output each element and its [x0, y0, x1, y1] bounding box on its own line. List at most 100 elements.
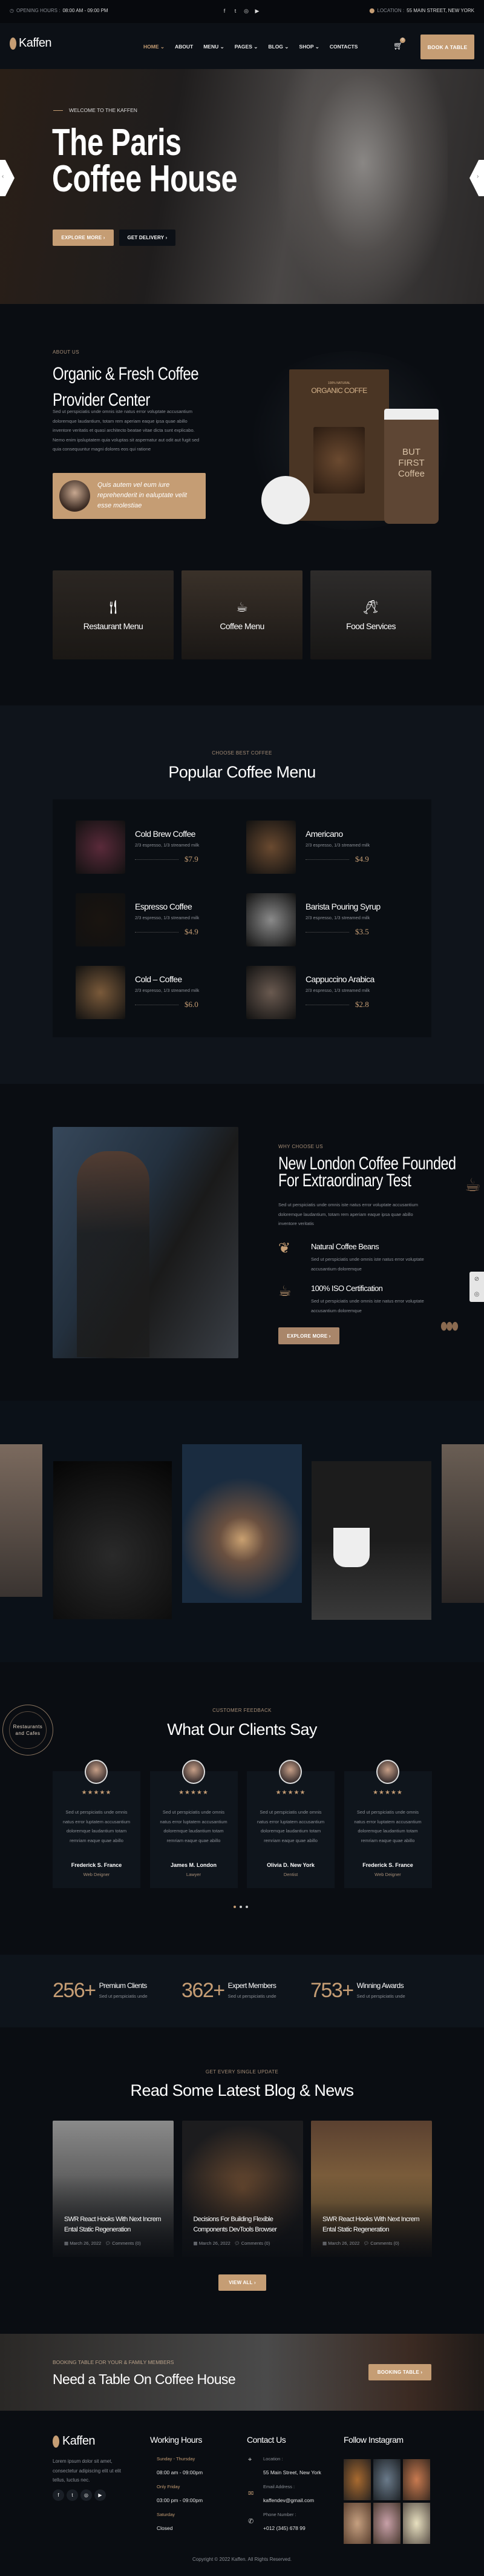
coffee-bean-icon — [53, 2435, 59, 2448]
menu-item[interactable]: Barista Pouring Syrup 2/3 espresso, 1/3 … — [246, 893, 410, 946]
blog-card[interactable]: SWR React Hooks With Next Increm Ental S… — [311, 2121, 432, 2257]
service-card-coffee-menu[interactable]: ☕︎ Coffee Menu — [182, 570, 302, 659]
menu-item-price: $6.0 — [185, 1000, 198, 1009]
footer-logo[interactable]: Kaffen — [53, 2434, 95, 2448]
instagram-icon[interactable]: ◎ — [80, 2489, 92, 2501]
fork-spoon-icon: 🍴︎ — [105, 599, 122, 615]
hours-day: Only Friday — [157, 2484, 180, 2489]
instagram-icon[interactable]: ◎ — [241, 8, 252, 15]
opening-hours: ◷ OPENING HOURS : 08:00 AM - 09:00 PM — [10, 8, 108, 13]
gallery-section — [0, 1401, 484, 1662]
why-text: Sed ut perspiciatis unde omnis iste natu… — [278, 1202, 418, 1226]
phone-icon: ✆ — [248, 2518, 254, 2525]
carousel-dot[interactable] — [234, 1906, 236, 1908]
why-explore-button[interactable]: EXPLORE MORE › — [278, 1327, 339, 1344]
contact-column: Contact Us ⌖ Location : 55 Main Street, N… — [247, 2435, 321, 2535]
gallery-image[interactable] — [442, 1444, 484, 1603]
facebook-icon[interactable]: f — [53, 2489, 64, 2501]
blog-post-title[interactable]: SWR React Hooks With Next Increm Ental S… — [64, 2214, 170, 2235]
blog-meta: ▦ March 26, 2022 💬︎ Comments (0) — [194, 2241, 270, 2246]
menu-item-price: $4.9 — [355, 854, 369, 864]
side-widget[interactable]: ⊘ ◎ — [469, 1272, 484, 1302]
menu-item-image — [76, 966, 125, 1019]
avatar — [182, 1760, 205, 1784]
price-leader — [306, 932, 349, 933]
menu-item[interactable]: Cold Brew Coffee 2/3 espresso, 1/3 strea… — [76, 821, 239, 874]
instagram-thumb[interactable] — [344, 2459, 371, 2500]
facebook-icon[interactable]: f — [219, 8, 230, 14]
nav-about[interactable]: ABOUT — [175, 44, 193, 50]
book-table-button[interactable]: BOOK A TABLE — [420, 35, 474, 59]
view-all-button[interactable]: VIEW ALL › — [218, 2274, 266, 2291]
menu-item-price: $4.9 — [185, 927, 198, 936]
location-label: LOCATION : — [377, 8, 405, 13]
hero-title: The Paris Coffee House — [52, 122, 238, 200]
carousel-dot[interactable] — [240, 1906, 242, 1908]
nav-home[interactable]: HOME ⌄ — [143, 44, 165, 50]
menu-section: CHOOSE BEST COFFEE Popular Coffee Menu — [0, 705, 484, 1084]
instagram-thumb[interactable] — [373, 2459, 401, 2500]
instagram-thumb[interactable] — [403, 2459, 430, 2500]
nav-pages[interactable]: PAGES ⌄ — [235, 44, 258, 50]
explore-more-button[interactable]: EXPLORE MORE › — [53, 230, 114, 246]
logo[interactable]: Kaffen — [10, 36, 51, 50]
email-link[interactable]: kaffendev@gmail.com — [263, 2494, 321, 2508]
blog-post-title[interactable]: Decisions For Building Flexible Componen… — [194, 2214, 299, 2235]
settings-icon[interactable]: ◎ — [469, 1287, 484, 1302]
gallery-image[interactable] — [53, 1461, 172, 1619]
menu-item-desc: 2/3 espresso, 1/3 streamed milk — [306, 988, 370, 993]
blog-card[interactable]: SWR React Hooks With Next Increm Ental S… — [53, 2121, 174, 2257]
nav-contacts[interactable]: CONTACTS — [330, 44, 358, 50]
twitter-icon[interactable]: t — [230, 8, 241, 14]
gallery-image[interactable] — [182, 1444, 302, 1603]
blog-date: March 26, 2022 — [198, 2241, 231, 2246]
menu-item[interactable]: Cold – Coffee 2/3 espresso, 1/3 streamed… — [76, 966, 239, 1019]
instagram-thumb[interactable] — [403, 2503, 430, 2544]
gallery-image[interactable] — [312, 1461, 431, 1620]
service-card-restaurant-menu[interactable]: 🍴︎ Restaurant Menu — [53, 570, 174, 659]
nav-shop[interactable]: SHOP ⌄ — [299, 44, 319, 50]
instagram-thumb[interactable] — [373, 2503, 401, 2544]
menu-item[interactable]: Cappuccino Arabica 2/3 espresso, 1/3 str… — [246, 966, 410, 1019]
coffee-cup-image: BUT FIRST Coffee — [384, 409, 439, 524]
testimonial-role: Web Deigner — [374, 1872, 401, 1877]
service-card-food-services[interactable]: 🥂︎ Food Services — [310, 570, 431, 659]
youtube-icon[interactable]: ▶ — [252, 8, 263, 15]
testimonial-role: Dentist — [283, 1872, 298, 1877]
menu-item[interactable]: Americano 2/3 espresso, 1/3 streamed mil… — [246, 821, 410, 874]
menu-item[interactable]: Espresso Coffee 2/3 espresso, 1/3 stream… — [76, 893, 239, 946]
testimonial-name: Olivia D. New York — [267, 1862, 315, 1868]
stat-title: Premium Clients — [99, 1981, 148, 1990]
service-label: Food Services — [346, 621, 396, 631]
youtube-icon[interactable]: ▶ — [94, 2489, 106, 2501]
blog-post-title[interactable]: SWR React Hooks With Next Increm Ental S… — [322, 2214, 428, 2235]
phone-link[interactable]: +012 (345) 678 99 — [263, 2522, 321, 2535]
blog-card[interactable]: Decisions For Building Flexible Componen… — [182, 2121, 303, 2257]
avatar — [85, 1760, 108, 1784]
nav-menu-link[interactable]: MENU ⌄ — [203, 44, 224, 50]
booking-table-button[interactable]: BOOKING TABLE › — [368, 2364, 431, 2380]
hero-prev-arrow[interactable]: ‹ — [0, 160, 15, 196]
accessibility-icon[interactable]: ⊘ — [469, 1272, 484, 1287]
stat-item: 753+ Winning Awards Sed ut perspiciatis … — [310, 1979, 405, 2003]
get-delivery-button[interactable]: GET DELIVERY › — [119, 230, 175, 246]
instagram-thumb[interactable] — [344, 2503, 371, 2544]
instagram-title: Follow Instagram — [344, 2435, 404, 2445]
cart-button[interactable]: 🛒︎ 0 — [393, 38, 405, 51]
price-leader — [135, 859, 178, 860]
hero-next-arrow[interactable]: › — [469, 160, 484, 196]
hero-eyebrow: WELCOME TO THE KAFFEN — [53, 107, 137, 113]
menu-item-desc: 2/3 espresso, 1/3 streamed milk — [135, 915, 200, 920]
nav-blog[interactable]: BLOG ⌄ — [268, 44, 289, 50]
carousel-dot[interactable] — [246, 1906, 248, 1908]
menu-item-desc: 2/3 espresso, 1/3 streamed milk — [306, 915, 370, 920]
calendar-icon: ▦ — [64, 2241, 69, 2246]
coffee-mug-icon: ☕︎ — [236, 599, 248, 615]
about-title: Organic & Fresh Coffee Provider Center — [53, 364, 199, 410]
testimonial-text: Sed ut perspiciatis unde omnis natus err… — [160, 1809, 227, 1843]
twitter-icon[interactable]: t — [67, 2489, 78, 2501]
gallery-image[interactable] — [0, 1444, 42, 1597]
menu-item-image — [246, 821, 296, 874]
testimonial-role: Lawyer — [186, 1872, 201, 1877]
stat-number: 753+ — [310, 1979, 354, 2002]
